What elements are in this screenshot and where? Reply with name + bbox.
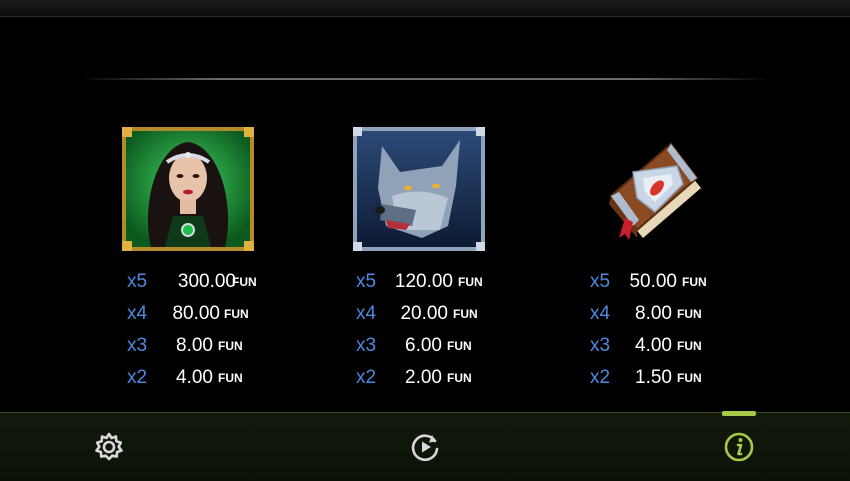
payout-amount: 8.00 <box>635 303 672 324</box>
payout-amount: 2.00 <box>405 367 442 388</box>
payout-amount: 50.00 <box>629 271 677 292</box>
pay-row: x4 80.00 FUN <box>68 298 308 330</box>
multiplier-label: x2 <box>356 367 377 388</box>
currency-label: FUN <box>447 371 472 385</box>
active-tab-indicator <box>722 411 756 416</box>
section-divider <box>80 78 770 80</box>
replay-icon[interactable] <box>408 430 442 464</box>
pay-list: x5 120.00 FUN x4 20.00 FUN x3 6.00 FUN x… <box>299 266 539 394</box>
paytable-symbol-sorceress: x5 300.00 FUN x4 80.00 FUN x3 8.00 FUN x… <box>68 126 308 388</box>
multiplier-label: x4 <box>590 303 611 324</box>
pay-list: x5 300.00 FUN x4 80.00 FUN x3 8.00 FUN x… <box>68 266 308 394</box>
sorceress-symbol-icon <box>121 126 255 252</box>
payout-amount: 80.00 <box>172 303 220 324</box>
gear-icon[interactable] <box>92 430 126 464</box>
currency-label: FUN <box>218 371 243 385</box>
pay-row: x5 50.00 FUN <box>532 266 772 298</box>
currency-label: FUN <box>218 339 243 353</box>
pay-row: x2 2.00 FUN <box>299 362 539 394</box>
multiplier-label: x5 <box>590 271 611 292</box>
multiplier-label: x3 <box>590 335 611 356</box>
payout-amount: 120.00 <box>394 271 453 292</box>
wolf-symbol-icon <box>352 126 486 252</box>
pay-row: x3 4.00 FUN <box>532 330 772 362</box>
paytable-symbol-wolf: x5 120.00 FUN x4 20.00 FUN x3 6.00 FUN x… <box>299 126 539 388</box>
payout-amount: 6.00 <box>405 335 442 356</box>
pay-row: x2 1.50 FUN <box>532 362 772 394</box>
pay-row: x5 300.00 FUN <box>68 266 308 298</box>
currency-label: FUN <box>458 275 483 289</box>
payout-amount: 20.00 <box>400 303 448 324</box>
currency-label: FUN <box>232 275 257 289</box>
paytable-symbol-spellbook: x5 50.00 FUN x4 8.00 FUN x3 4.00 FUN x2 … <box>532 126 772 388</box>
multiplier-label: x3 <box>356 335 377 356</box>
pay-row: x4 8.00 FUN <box>532 298 772 330</box>
multiplier-label: x4 <box>127 303 148 324</box>
pay-row: x4 20.00 FUN <box>299 298 539 330</box>
pay-row: x2 4.00 FUN <box>68 362 308 394</box>
currency-label: FUN <box>677 339 702 353</box>
currency-label: FUN <box>447 339 472 353</box>
multiplier-label: x2 <box>590 367 611 388</box>
payout-amount: 1.50 <box>635 367 672 388</box>
multiplier-label: x4 <box>356 303 377 324</box>
multiplier-label: x3 <box>127 335 148 356</box>
multiplier-label: x5 <box>356 271 377 292</box>
info-icon[interactable] <box>722 430 756 464</box>
payout-amount: 4.00 <box>176 367 213 388</box>
currency-label: FUN <box>682 275 707 289</box>
currency-label: FUN <box>224 307 249 321</box>
multiplier-label: x2 <box>127 367 148 388</box>
pay-row: x3 8.00 FUN <box>68 330 308 362</box>
payout-amount: 300.00 <box>177 271 236 292</box>
currency-label: FUN <box>677 307 702 321</box>
payout-amount: 4.00 <box>635 335 672 356</box>
currency-label: FUN <box>453 307 478 321</box>
pay-row: x3 6.00 FUN <box>299 330 539 362</box>
payout-amount: 8.00 <box>176 335 213 356</box>
pay-row: x5 120.00 FUN <box>299 266 539 298</box>
pay-list: x5 50.00 FUN x4 8.00 FUN x3 4.00 FUN x2 … <box>532 266 772 394</box>
multiplier-label: x5 <box>127 271 148 292</box>
top-bar <box>0 0 850 17</box>
spellbook-symbol-icon <box>585 126 719 252</box>
currency-label: FUN <box>677 371 702 385</box>
